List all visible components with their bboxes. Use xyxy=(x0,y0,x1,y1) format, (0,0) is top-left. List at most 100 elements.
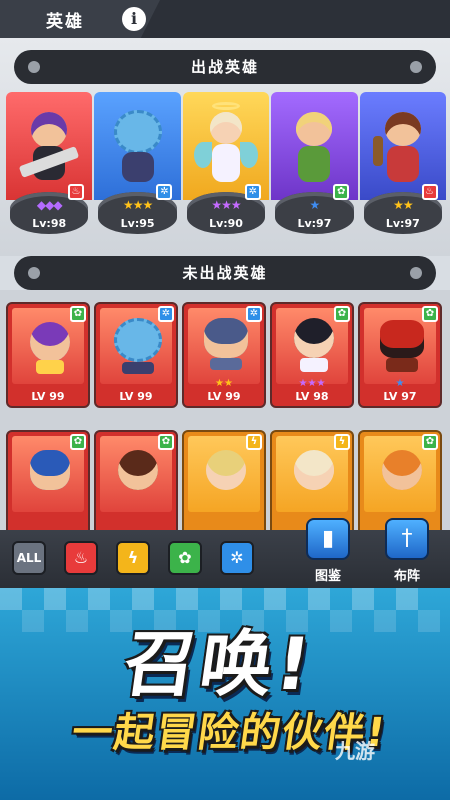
hero-head xyxy=(113,110,162,154)
banner-dot-right xyxy=(410,267,422,279)
filter-lightning-icon[interactable]: ϟ xyxy=(116,541,150,575)
hero-stars: ★★ xyxy=(393,198,414,212)
hero-card[interactable]: ★★★ LV 98 ✿ xyxy=(270,302,354,408)
hero-card-stars: ★ xyxy=(395,378,405,389)
nature-element-icon: ✿ xyxy=(422,434,438,450)
undeployed-section-banner: 未出战英雄 xyxy=(14,256,436,290)
hero-stars: ★★★ xyxy=(122,198,153,212)
nature-element-icon: ✿ xyxy=(422,306,438,322)
hero-level: Lv:95 xyxy=(120,217,155,230)
hero-body xyxy=(386,146,419,182)
checker-tile xyxy=(44,588,66,610)
hero-card-level: LV 99 xyxy=(119,390,153,403)
hero-body xyxy=(121,152,154,182)
fire-element-icon: ♨ xyxy=(421,184,438,200)
hero-card-level: LV 99 xyxy=(31,390,65,403)
deployed-hero-card[interactable]: ★★★ Lv:90 ✲ xyxy=(182,92,270,242)
hero-level: Lv:98 xyxy=(32,217,67,230)
hero-stars: ◆◆◆ xyxy=(36,198,63,212)
filter-all-button[interactable]: ALL xyxy=(12,541,46,575)
info-icon[interactable]: i xyxy=(122,7,146,31)
hero-figure-elf xyxy=(284,106,344,186)
checker-tile xyxy=(66,610,88,632)
hero-stars: ★★★ xyxy=(211,198,241,212)
hero-halo xyxy=(212,102,241,110)
hero-head xyxy=(30,450,70,490)
hero-card[interactable]: ✿ xyxy=(94,430,178,536)
hero-head xyxy=(114,318,162,362)
deployed-hero-card[interactable]: ◆◆◆ Lv:98 ♨ xyxy=(6,92,93,242)
checker-tile xyxy=(374,610,396,632)
hero-head xyxy=(294,450,334,490)
hero-body xyxy=(122,362,154,374)
hero-wing-right xyxy=(240,142,259,168)
undeployed-section-title: 未出战英雄 xyxy=(182,264,268,282)
hero-head xyxy=(384,112,421,146)
deployed-hero-card[interactable]: ★ Lv:97 ✿ xyxy=(271,92,358,242)
hero-head xyxy=(294,318,334,358)
hero-head xyxy=(204,318,248,358)
hero-screen: 英雄 i 出战英雄 ◆◆◆ Lv:98 ♨ ★★★ Lv:95 ✲ ★★★ Lv… xyxy=(0,0,450,800)
hero-club xyxy=(372,136,383,166)
hero-body xyxy=(212,144,241,182)
hero-figure-warrior xyxy=(372,106,433,186)
hero-card-level: LV 99 xyxy=(207,390,241,403)
banner-dot-right xyxy=(410,61,422,73)
hero-body xyxy=(300,358,328,372)
codex-book-icon[interactable]: ▮ xyxy=(306,518,350,560)
filter-nature-icon[interactable]: ✿ xyxy=(168,541,202,575)
hero-body xyxy=(386,358,418,372)
hero-card[interactable]: ϟ xyxy=(182,430,266,536)
banner-dot-left xyxy=(28,61,40,73)
nature-element-icon: ✿ xyxy=(333,184,350,200)
deployed-hero-card[interactable]: ★★ Lv:97 ♨ xyxy=(359,92,447,242)
hero-head xyxy=(382,450,422,490)
hero-head xyxy=(30,322,70,362)
promo-title: 召唤! xyxy=(118,622,320,706)
checker-tile xyxy=(352,588,374,610)
hero-card-level: LV 98 xyxy=(295,390,329,403)
checker-tile xyxy=(418,610,440,632)
deployed-hero-card[interactable]: ★★★ Lv:95 ✲ xyxy=(94,92,181,242)
hero-head xyxy=(31,112,68,148)
hero-stars: ★ xyxy=(309,198,321,212)
hero-head xyxy=(210,112,243,144)
lightning-element-icon: ϟ xyxy=(334,434,350,450)
formation-button-label[interactable]: 布阵 xyxy=(377,565,437,584)
hero-body xyxy=(210,358,242,370)
hero-figure-demon xyxy=(18,106,80,186)
hero-figure-ice-golem xyxy=(106,106,170,186)
hero-level: Lv:90 xyxy=(209,217,243,230)
hero-card-stars: ★★★ xyxy=(298,378,326,389)
hero-card-stars: ★★ xyxy=(215,378,233,389)
nature-element-icon: ✿ xyxy=(334,306,350,322)
hero-card[interactable]: ✿ xyxy=(6,430,90,536)
ice-element-icon: ✲ xyxy=(158,306,174,322)
deployed-section-banner: 出战英雄 xyxy=(14,50,436,84)
watermark-logo: 九游 xyxy=(335,739,375,763)
lightning-element-icon: ϟ xyxy=(246,434,262,450)
hero-card[interactable]: ★ LV 97 ✿ xyxy=(358,302,442,408)
nature-element-icon: ✿ xyxy=(158,434,174,450)
hero-head xyxy=(296,112,333,146)
deployed-section-title: 出战英雄 xyxy=(190,58,259,76)
banner-dot-left xyxy=(28,267,40,279)
filter-ice-icon[interactable]: ✲ xyxy=(220,541,254,575)
nature-element-icon: ✿ xyxy=(70,434,86,450)
hero-card[interactable]: LV 99 ✲ xyxy=(94,302,178,408)
hero-card[interactable]: LV 99 ✿ xyxy=(6,302,90,408)
hero-head xyxy=(118,450,158,490)
top-bar: 英雄 i xyxy=(0,0,450,38)
page-title: 英雄 xyxy=(46,12,84,32)
ice-element-icon: ✲ xyxy=(246,306,262,322)
fire-element-icon: ♨ xyxy=(68,184,84,200)
filter-fire-icon[interactable]: ♨ xyxy=(64,541,98,575)
hero-body xyxy=(298,146,331,182)
ice-element-icon: ✲ xyxy=(156,184,173,200)
hero-level: Lv:97 xyxy=(297,217,332,230)
checker-tile xyxy=(396,588,418,610)
codex-button-label[interactable]: 图鉴 xyxy=(298,565,358,584)
formation-sword-icon[interactable]: † xyxy=(385,518,429,560)
hero-card-level: LV 97 xyxy=(383,390,417,403)
hero-card[interactable]: ★★ LV 99 ✲ xyxy=(182,302,266,408)
